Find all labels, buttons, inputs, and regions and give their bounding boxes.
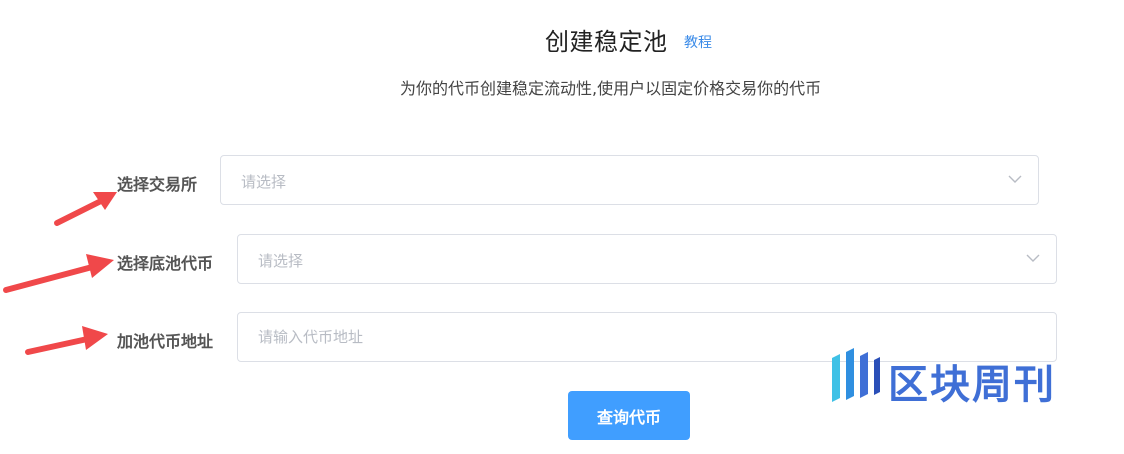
exchange-select-placeholder: 请选择	[241, 173, 287, 191]
query-token-button[interactable]: 查询代币	[568, 391, 690, 440]
exchange-label: 选择交易所	[117, 175, 198, 194]
token-address-label: 加池代币地址	[117, 332, 214, 351]
annotation-arrow-icon	[3, 254, 114, 293]
page-title: 创建稳定池	[545, 28, 668, 56]
page-subtitle: 为你的代币创建稳定流动性,使用户以固定价格交易你的代币	[400, 79, 822, 98]
annotation-arrow-icon	[54, 192, 117, 226]
watermark-text: 区块周刊	[888, 362, 1056, 408]
watermark-logo-icon	[832, 348, 880, 402]
annotation-arrow-icon	[25, 326, 108, 355]
exchange-select[interactable]: 请选择	[220, 155, 1039, 205]
base-token-select[interactable]: 请选择	[237, 234, 1057, 284]
chevron-down-icon	[1008, 175, 1022, 183]
chevron-down-icon	[1026, 254, 1040, 262]
tutorial-link[interactable]: 教程	[684, 32, 712, 52]
base-token-select-placeholder: 请选择	[258, 252, 304, 270]
base-token-label: 选择底池代币	[117, 254, 214, 273]
watermark: 区块周刊	[824, 312, 1104, 438]
